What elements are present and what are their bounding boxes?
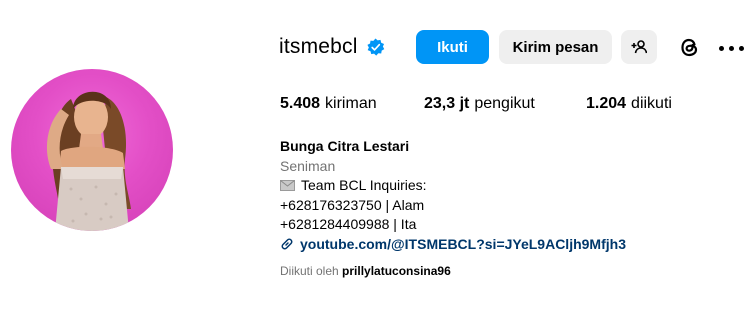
verified-badge-icon bbox=[367, 37, 384, 56]
bio-line: +6281284409988 | Ita bbox=[280, 216, 417, 232]
followed-by-user: prillylatuconsina96 bbox=[342, 264, 451, 278]
posts-count: 5.408 bbox=[280, 95, 321, 112]
profile-bio: Bunga Citra Lestari Seniman Team BCL Inq… bbox=[280, 137, 626, 254]
profile-stats: 5.408 kiriman 23,3 jt pengikut 1.204 dii… bbox=[280, 95, 672, 113]
followed-by[interactable]: Diikuti oleh prillylatuconsina96 bbox=[280, 264, 451, 278]
following-label: diikuti bbox=[631, 95, 672, 112]
mail-icon bbox=[280, 180, 295, 192]
profile-link[interactable]: youtube.com/@ITSMEBCL?si=JYeL9ACljh9Mfjh… bbox=[280, 235, 626, 255]
bio-line: Team BCL Inquiries: bbox=[280, 176, 626, 196]
profile-avatar[interactable] bbox=[11, 69, 173, 231]
link-icon bbox=[281, 238, 293, 250]
followers-label: pengikut bbox=[474, 95, 535, 112]
avatar-photo bbox=[46, 91, 131, 231]
suggest-users-button[interactable] bbox=[621, 30, 657, 64]
add-user-icon bbox=[631, 40, 647, 54]
posts-label: kiriman bbox=[325, 95, 377, 112]
followers-count: 23,3 jt bbox=[424, 95, 470, 112]
more-options-icon[interactable] bbox=[719, 38, 744, 58]
profile-category: Seniman bbox=[280, 157, 336, 174]
stat-posts: 5.408 kiriman bbox=[280, 95, 424, 113]
send-message-button[interactable]: Kirim pesan bbox=[499, 30, 612, 64]
followed-by-prefix: Diikuti oleh bbox=[280, 264, 339, 278]
stat-following[interactable]: 1.204 diikuti bbox=[586, 95, 672, 113]
profile-header: itsmebcl bbox=[279, 30, 385, 64]
stat-followers[interactable]: 23,3 jt pengikut bbox=[424, 95, 586, 113]
following-count: 1.204 bbox=[586, 95, 627, 112]
profile-username: itsmebcl bbox=[279, 35, 358, 58]
threads-icon[interactable] bbox=[677, 35, 702, 60]
display-name: Bunga Citra Lestari bbox=[280, 138, 410, 154]
follow-button[interactable]: Ikuti bbox=[416, 30, 489, 64]
bio-line: +628176323750 | Alam bbox=[280, 196, 425, 213]
